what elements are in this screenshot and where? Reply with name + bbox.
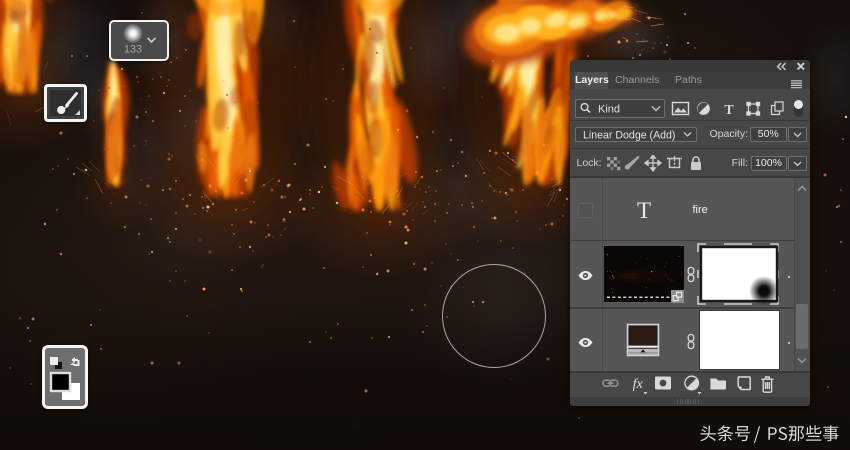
svg-text:Kind: Kind bbox=[598, 104, 620, 116]
svg-text:Linear Dodge (Add): Linear Dodge (Add) bbox=[583, 129, 675, 141]
svg-text:133: 133 bbox=[124, 44, 142, 56]
svg-text:fx: fx bbox=[633, 377, 644, 392]
svg-text:T: T bbox=[724, 103, 734, 118]
